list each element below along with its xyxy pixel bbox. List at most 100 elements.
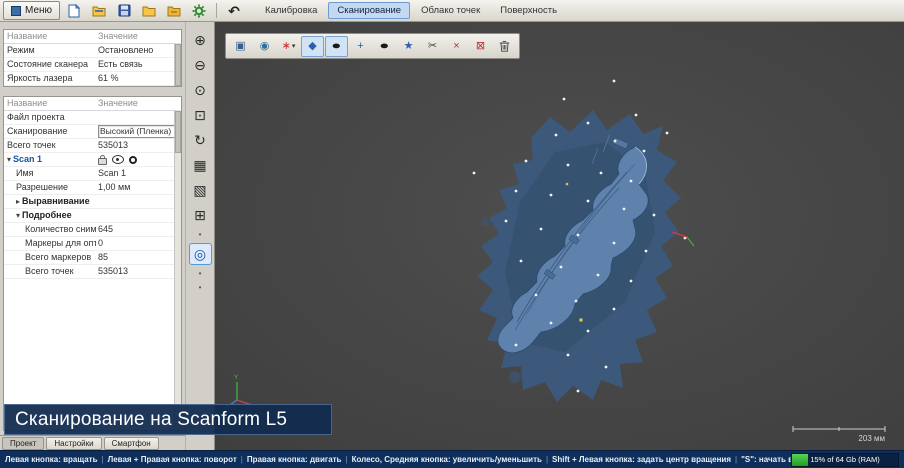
table-row[interactable]: СканированиеВысокий (Пленка) 6.0... xyxy=(4,125,175,139)
hint-segment: Левая + Правая кнопка: поворот xyxy=(108,455,237,464)
table-row[interactable]: Файл проекта xyxy=(4,111,175,125)
table-row[interactable]: Всего маркеров85 xyxy=(4,251,175,265)
visibility-eye-icon[interactable] xyxy=(112,155,124,164)
hint-separator: | xyxy=(241,455,243,464)
menu-label: Меню xyxy=(25,5,52,16)
table-row[interactable]: ИмяScan 1 xyxy=(4,167,175,181)
row-name: Состояние сканера xyxy=(4,58,96,71)
table-row[interactable]: Разрешение1,00 мм xyxy=(4,181,175,195)
scrollbar-thumb[interactable] xyxy=(175,44,181,86)
3d-viewport[interactable]: Y X Z 203 мм ▣◉∗▾◆●+●★✂×⊠ xyxy=(215,22,904,450)
row-name: ▸Выравнивание xyxy=(4,195,96,208)
select-circle-icon[interactable] xyxy=(129,156,137,164)
fan-selection-icon[interactable]: ◆ xyxy=(301,36,324,57)
view-dot-2-icon[interactable]: • xyxy=(189,268,212,279)
scrollbar-thumb[interactable] xyxy=(175,111,181,153)
sparkle-select-icon[interactable]: ★ xyxy=(397,36,420,57)
save-project-button[interactable] xyxy=(113,1,135,21)
open-project-button[interactable] xyxy=(88,1,110,21)
clear-all-icon[interactable]: ⊠ xyxy=(469,36,492,57)
menu-button[interactable]: Меню xyxy=(3,1,60,20)
table-row[interactable]: Состояние сканераЕсть связь xyxy=(4,58,175,72)
expander-icon[interactable]: ▾ xyxy=(7,155,11,164)
bottom-tab-smartphone[interactable]: Смартфон xyxy=(104,437,159,450)
pan-icon[interactable]: ⊞ xyxy=(189,204,212,226)
cut-icon[interactable]: ✂ xyxy=(421,36,444,57)
row-value: Остановлено xyxy=(96,44,175,57)
row-name: Режим xyxy=(4,44,96,57)
bottom-tab-project[interactable]: Проект xyxy=(2,437,44,450)
table-row[interactable]: Количество сним...645 xyxy=(4,223,175,237)
table-header: Название Значение xyxy=(4,30,175,44)
tab-surface[interactable]: Поверхность xyxy=(491,2,566,19)
dropdown-arrow-icon[interactable]: ▾ xyxy=(292,42,296,50)
sphere-icon[interactable]: ◉ xyxy=(253,36,276,57)
view-dot-1-icon[interactable]: • xyxy=(189,229,212,240)
video-caption-banner: Сканирование на Scanform L5 xyxy=(4,404,332,435)
new-project-button[interactable] xyxy=(63,1,85,21)
tab-scanning[interactable]: Сканирование xyxy=(328,2,410,19)
expander-icon[interactable]: ▾ xyxy=(16,211,20,220)
row-name: Всего точек xyxy=(4,265,96,278)
tab-calibration[interactable]: Калибровка xyxy=(256,2,326,19)
rotation-center-icon[interactable]: ◎ xyxy=(189,243,212,265)
scale-label: 203 мм xyxy=(858,434,885,443)
undo-button[interactable]: ↶ xyxy=(223,1,245,21)
rotate-view-icon[interactable]: ↻ xyxy=(189,129,212,151)
axis-y-label: Y xyxy=(234,374,239,381)
bottom-tabs: ПроектНастройкиСмартфон xyxy=(0,435,185,450)
zoom-out-icon[interactable]: ⊖ xyxy=(189,54,212,76)
banner-text: Сканирование на Scanform L5 xyxy=(15,409,287,431)
row-name: Всего маркеров xyxy=(4,251,96,264)
zoom-in-icon[interactable]: ⊕ xyxy=(189,29,212,51)
scrollbar[interactable] xyxy=(174,110,181,430)
hint-separator: | xyxy=(102,455,104,464)
folder-alt-icon xyxy=(167,5,181,17)
delete-selection-icon[interactable]: × xyxy=(445,36,468,57)
scan-toolbar: ▣◉∗▾◆●+●★✂×⊠ xyxy=(225,33,520,59)
point-cloud-icon[interactable]: ● xyxy=(325,36,348,57)
row-name: Маркеры для опт... xyxy=(4,237,96,250)
table-row[interactable]: Всего точек535013 xyxy=(4,265,175,279)
add-points-icon[interactable]: + xyxy=(349,36,372,57)
properties-panel: Название Значение РежимОстановленоСостоя… xyxy=(0,22,186,450)
3d-scene[interactable]: Y X Z 203 мм xyxy=(215,22,904,450)
export-button[interactable] xyxy=(163,1,185,21)
bottom-tab-settings[interactable]: Настройки xyxy=(46,437,101,450)
markers-icon[interactable]: ∗▾ xyxy=(277,36,300,57)
row-value: 535013 xyxy=(96,139,175,152)
scanner-status-table: Название Значение РежимОстановленоСостоя… xyxy=(3,29,182,87)
table-row[interactable]: Яркость лазера61 % xyxy=(4,72,175,86)
table-row[interactable]: Маркеры для опт...0 xyxy=(4,237,175,251)
import-button[interactable] xyxy=(138,1,160,21)
view-dot-3-icon[interactable]: • xyxy=(189,282,212,293)
scan-quality-combo[interactable]: Высокий (Пленка) 6.0... xyxy=(98,125,175,138)
new-scan-icon[interactable]: ▣ xyxy=(229,36,252,57)
trash-icon[interactable] xyxy=(493,36,516,57)
row-value xyxy=(96,111,175,124)
hint-segment: Shift + Левая кнопка: задать центр враще… xyxy=(552,455,731,464)
hint-separator: | xyxy=(345,455,347,464)
lock-icon[interactable] xyxy=(98,158,107,165)
hint-segment: Левая кнопка: вращать xyxy=(5,455,98,464)
status-bar: Левая кнопка: вращать | Левая + Правая кно… xyxy=(0,450,904,468)
table-row[interactable]: РежимОстановлено xyxy=(4,44,175,58)
row-value: Есть связь xyxy=(96,58,175,71)
zoom-fit-icon[interactable]: ⊙ xyxy=(189,79,212,101)
scrollbar[interactable] xyxy=(174,43,181,86)
table-row[interactable]: Всего точек535013 xyxy=(4,139,175,153)
table-row[interactable]: ▾Подробнее xyxy=(4,209,175,223)
settings-button[interactable] xyxy=(188,1,210,21)
tab-point-cloud[interactable]: Облако точек xyxy=(412,2,489,19)
frame-select-icon[interactable]: ▧ xyxy=(189,179,212,201)
grid-icon[interactable]: ▦ xyxy=(189,154,212,176)
expander-icon[interactable]: ▸ xyxy=(16,197,20,206)
hint-separator: | xyxy=(546,455,548,464)
row-name: Имя xyxy=(4,167,96,180)
table-row[interactable]: ▾Scan 1 xyxy=(4,153,175,167)
point-cloud-alt-icon[interactable]: ● xyxy=(373,36,396,57)
zoom-window-icon[interactable]: ⊡ xyxy=(189,104,212,126)
table-row[interactable]: ▸Выравнивание xyxy=(4,195,175,209)
save-floppy-icon xyxy=(118,4,131,17)
settings-gear-icon xyxy=(192,4,206,18)
